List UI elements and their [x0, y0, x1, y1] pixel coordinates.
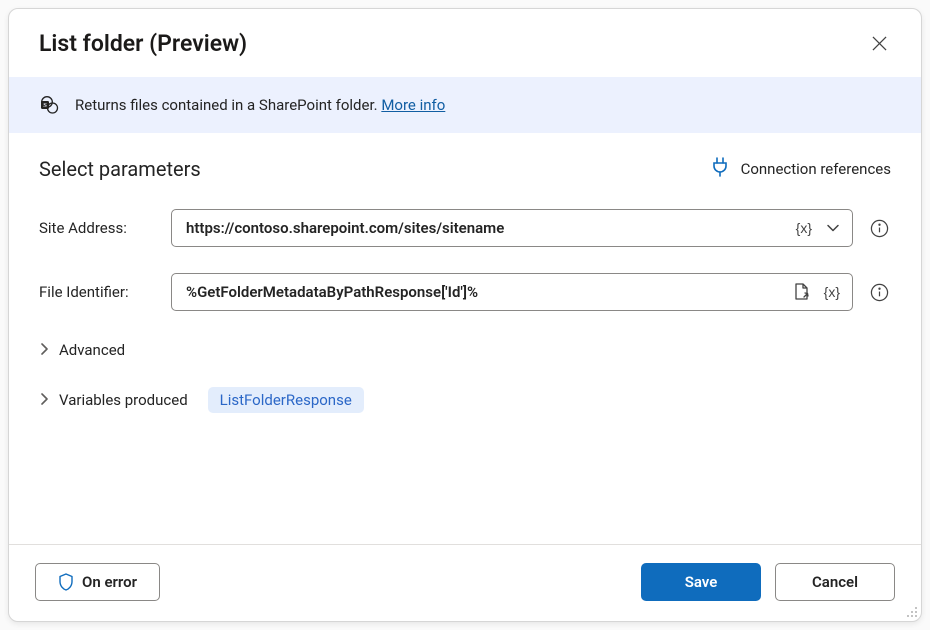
advanced-expander[interactable]: Advanced	[39, 337, 891, 363]
dialog-title: List folder (Preview)	[39, 30, 247, 57]
variable-token-icon: {x}	[796, 220, 812, 236]
on-error-label: On error	[82, 573, 137, 591]
cancel-label: Cancel	[812, 573, 858, 591]
on-error-button[interactable]: On error	[35, 563, 160, 601]
dialog-header: List folder (Preview)	[9, 9, 921, 77]
variables-produced-label: Variables produced	[59, 391, 188, 409]
field-row-file-identifier: File Identifier: {x}	[39, 273, 891, 311]
site-address-input[interactable]	[184, 218, 786, 238]
banner-text: Returns files contained in a SharePoint …	[75, 96, 381, 114]
file-identifier-info-button[interactable]	[867, 280, 891, 304]
file-select-icon	[793, 283, 810, 301]
site-address-info-button[interactable]	[867, 216, 891, 240]
dialog: List folder (Preview) S Returns files co…	[8, 8, 922, 622]
info-banner: S Returns files contained in a SharePoin…	[9, 77, 921, 133]
site-address-input-wrap[interactable]: {x}	[171, 209, 853, 247]
variables-produced-expander[interactable]: Variables produced ListFolderResponse	[39, 383, 891, 417]
connection-references-label: Connection references	[741, 160, 891, 178]
file-identifier-input[interactable]	[184, 282, 783, 302]
save-label: Save	[685, 573, 718, 591]
variable-picker-button[interactable]: {x}	[820, 280, 844, 304]
plug-icon	[711, 157, 729, 181]
cancel-button[interactable]: Cancel	[775, 563, 895, 601]
variable-token-icon: {x}	[824, 284, 840, 300]
field-row-site-address: Site Address: {x}	[39, 209, 891, 247]
shield-icon	[58, 573, 74, 591]
svg-text:S: S	[43, 102, 47, 109]
parameters-header-row: Select parameters Connection references	[39, 157, 891, 181]
variable-pill[interactable]: ListFolderResponse	[208, 387, 364, 413]
more-info-link[interactable]: More info	[381, 96, 445, 114]
variable-picker-button[interactable]: {x}	[792, 216, 816, 240]
parameters-heading: Select parameters	[39, 157, 201, 181]
info-icon	[870, 219, 889, 238]
dialog-body: Select parameters Connection references …	[9, 133, 921, 544]
sharepoint-icon: S	[39, 95, 59, 115]
close-button[interactable]	[863, 27, 895, 59]
advanced-label: Advanced	[59, 341, 125, 359]
save-button[interactable]: Save	[641, 563, 761, 601]
close-icon	[872, 36, 887, 51]
connection-references-button[interactable]: Connection references	[711, 157, 891, 181]
file-identifier-label: File Identifier:	[39, 283, 157, 301]
footer-right-buttons: Save Cancel	[641, 563, 895, 601]
chevron-right-icon	[39, 391, 49, 409]
chevron-right-icon	[39, 341, 49, 359]
info-text: Returns files contained in a SharePoint …	[75, 96, 445, 114]
dialog-footer: On error Save Cancel	[9, 544, 921, 621]
dropdown-button[interactable]	[822, 217, 844, 239]
file-picker-button[interactable]	[789, 279, 814, 305]
file-identifier-input-wrap[interactable]: {x}	[171, 273, 853, 311]
info-icon	[870, 283, 889, 302]
chevron-down-icon	[826, 221, 840, 235]
resize-grip-icon[interactable]	[904, 604, 918, 618]
site-address-label: Site Address:	[39, 219, 157, 237]
